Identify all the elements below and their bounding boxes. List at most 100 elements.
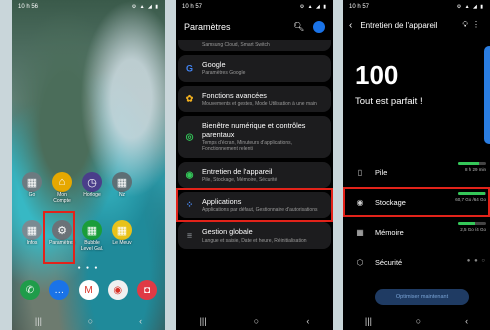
storage-highlight (343, 187, 490, 217)
settings-item-subtitle: Pile, Stockage, Mémoire, Sécurité (202, 176, 278, 183)
info-folder-icon: ▦ (22, 220, 42, 240)
optimize-button[interactable]: Optimiser maintenant (375, 289, 469, 305)
le-meuv-icon: ▦ (112, 220, 132, 240)
settings-header: Paramètres 🔍︎ (176, 14, 333, 40)
recents-button[interactable]: ||| (35, 316, 42, 326)
google-folder-icon: ▦ (22, 172, 42, 192)
avatar[interactable] (313, 21, 325, 33)
cloud-icon (184, 40, 195, 51)
settings-item-title: Bienêtre numérique et contrôles parentau… (202, 120, 306, 140)
score-accent (484, 46, 490, 144)
phone-icon[interactable]: ✆ (20, 280, 40, 300)
app-label: Nz (118, 192, 126, 198)
page-title: Entretien de l'appareil (360, 20, 438, 30)
care-score: 100 (355, 60, 399, 90)
house-icon: ⌂ (52, 172, 72, 192)
bubble-level-icon: ▦ (82, 220, 102, 240)
back-arrow-icon[interactable]: ‹ (349, 20, 352, 31)
settings-item-accounts[interactable]: Samsung Cloud, Smart Switch (178, 40, 331, 52)
settings-screen: 10 h 57 ⚙ ▲ ◢ ▮ Paramètres 🔍︎ Samsung Cl… (176, 0, 333, 330)
general-management-icon: ≡ (186, 230, 193, 241)
care-row-value-text: 2,5 Go /4 Go (460, 227, 486, 232)
page-indicator: ● ● ● (77, 265, 100, 271)
settings-item-subtitle: Mouvements et gestes, Mode Utilisation à… (202, 100, 317, 107)
messages-icon[interactable]: … (49, 280, 70, 300)
google-icon: G (185, 63, 193, 74)
care-row-label: Pile (375, 167, 388, 177)
status-time: 10 h 56 (18, 4, 39, 10)
search-icon[interactable]: 🔍︎ (293, 21, 304, 31)
care-row-label: Sécurité (375, 257, 403, 267)
settings-item-entretien-de-l-appareil[interactable]: ◉ Entretien de l'appareil Pile, Stockage, … (178, 161, 331, 189)
recents-button[interactable]: ||| (200, 316, 207, 326)
settings-item-fonctions-avancées[interactable]: ✿ Fonctions avancées Mouvements et gestes,… (178, 85, 331, 112)
dock: ✆ … M ◉ ◘ (20, 280, 157, 300)
device-care-icon: ◉ (185, 169, 194, 180)
status-bar: 10 h 57 ⚙ ▲ ◢ ▮ (176, 0, 333, 14)
settings-item-subtitle: Paramètres Google (202, 70, 246, 77)
status-bar: 10 h 57 ⚙ ▲ ◢ ▮ (343, 0, 490, 14)
app-info-folder[interactable]: ▦ Infos (18, 220, 46, 247)
app-google-folder[interactable]: ▦ Go (18, 172, 46, 199)
settings-item-title: Entretien de l'appareil (202, 166, 273, 176)
status-icons: ⚙ ▲ ◢ ▮ (456, 4, 484, 10)
chrome-icon[interactable]: ◉ (107, 280, 128, 300)
status-icons: ⚙ ▲ ◢ ▮ (299, 4, 327, 10)
camera-icon[interactable]: ◘ (137, 280, 157, 300)
device-care-header: ‹ Entretien de l'appareil 💡︎⋮ (343, 14, 490, 36)
recents-button[interactable]: ||| (365, 316, 372, 326)
settings-item-bienêtre-numérique-et-contrôles-parentaux[interactable]: ◎ Bienêtre numérique et contrôles parenta… (178, 115, 331, 158)
care-row-battery[interactable]: ▯ Pile 8 h 29 min (343, 157, 490, 187)
status-time: 10 h 57 (349, 4, 370, 10)
app-le-meuv[interactable]: ▦ Le Meuv (108, 220, 136, 247)
app-label: Horloge (83, 192, 101, 198)
settings-item-subtitle: Samsung Cloud, Smart Switch (202, 42, 270, 48)
more-options-icon[interactable]: 💡︎⋮ (462, 20, 484, 30)
care-row-value-text: 8 h 29 min (464, 167, 486, 172)
app-clock[interactable]: ◷ Horloge (78, 172, 106, 199)
care-row-value: 8 h 29 min (458, 162, 486, 172)
settings-item-title: Fonctions avancées (202, 90, 267, 100)
nav-bar: ||| ○ ‹ (176, 312, 333, 330)
care-row-memory[interactable]: ▦ Mémoire 2,5 Go /4 Go (343, 217, 490, 247)
clock-icon: ◷ (82, 172, 102, 192)
gmail-icon[interactable]: M (78, 280, 99, 300)
settings-item-subtitle: Langue et saisie, Date et heure, Réiniti… (202, 237, 307, 244)
app-label: Le Meuv (112, 240, 132, 246)
back-button[interactable]: ‹ (139, 316, 142, 326)
app-label: Go (28, 192, 36, 198)
home-screen: 10 h 56 ⚙ ▲ ◢ ▮ ▦ Go ⌂ Mon Compte ◷ Horloge ▦ N… (12, 0, 165, 330)
settings-item-gestion-globale[interactable]: ≡ Gestion globale Langue et saisie, Date e… (178, 222, 331, 249)
care-row-value: ● ● ○ (467, 252, 486, 264)
back-button[interactable]: ‹ (306, 316, 309, 326)
page-title: Paramètres (184, 22, 231, 32)
back-button[interactable]: ‹ (465, 316, 468, 326)
home-button[interactable]: ○ (416, 316, 421, 326)
status-icons: ⚙ ▲ ◢ ▮ (131, 4, 159, 10)
home-button[interactable]: ○ (88, 316, 93, 326)
security-icon: ⬡ (356, 257, 364, 267)
home-button[interactable]: ○ (254, 316, 259, 326)
status-bar: 10 h 56 ⚙ ▲ ◢ ▮ (12, 0, 165, 14)
care-row-security[interactable]: ⬡ Sécurité ● ● ○ (343, 247, 490, 277)
settings-item-google[interactable]: G Google Paramètres Google (178, 55, 331, 82)
status-time: 10 h 57 (182, 4, 203, 10)
settings-highlight (43, 211, 75, 264)
app-label: Bubble Level Gal. (80, 240, 104, 252)
device-care-screen: 10 h 57 ⚙ ▲ ◢ ▮ ‹ Entretien de l'apparei… (343, 0, 490, 330)
usage-bar (458, 222, 486, 225)
care-row-value: 2,5 Go /4 Go (458, 222, 486, 232)
app-house[interactable]: ⌂ Mon Compte (48, 172, 76, 204)
digital-wellbeing-icon: ◎ (185, 131, 194, 142)
app-bubble-level[interactable]: ▦ Bubble Level Gal. (78, 220, 106, 252)
nav-bar: ||| ○ ‹ (12, 312, 165, 330)
app-label: Infos (26, 240, 38, 246)
app-nz-folder[interactable]: ▦ Nz (108, 172, 136, 199)
nz-folder-icon: ▦ (112, 172, 132, 192)
memory-icon: ▦ (356, 227, 364, 237)
settings-item-title: Google (202, 60, 226, 70)
battery-icon: ▯ (357, 167, 363, 177)
nav-bar: ||| ○ ‹ (343, 312, 490, 330)
security-dots: ● ● ○ (466, 258, 486, 264)
app-label: Mon Compte (53, 192, 71, 204)
